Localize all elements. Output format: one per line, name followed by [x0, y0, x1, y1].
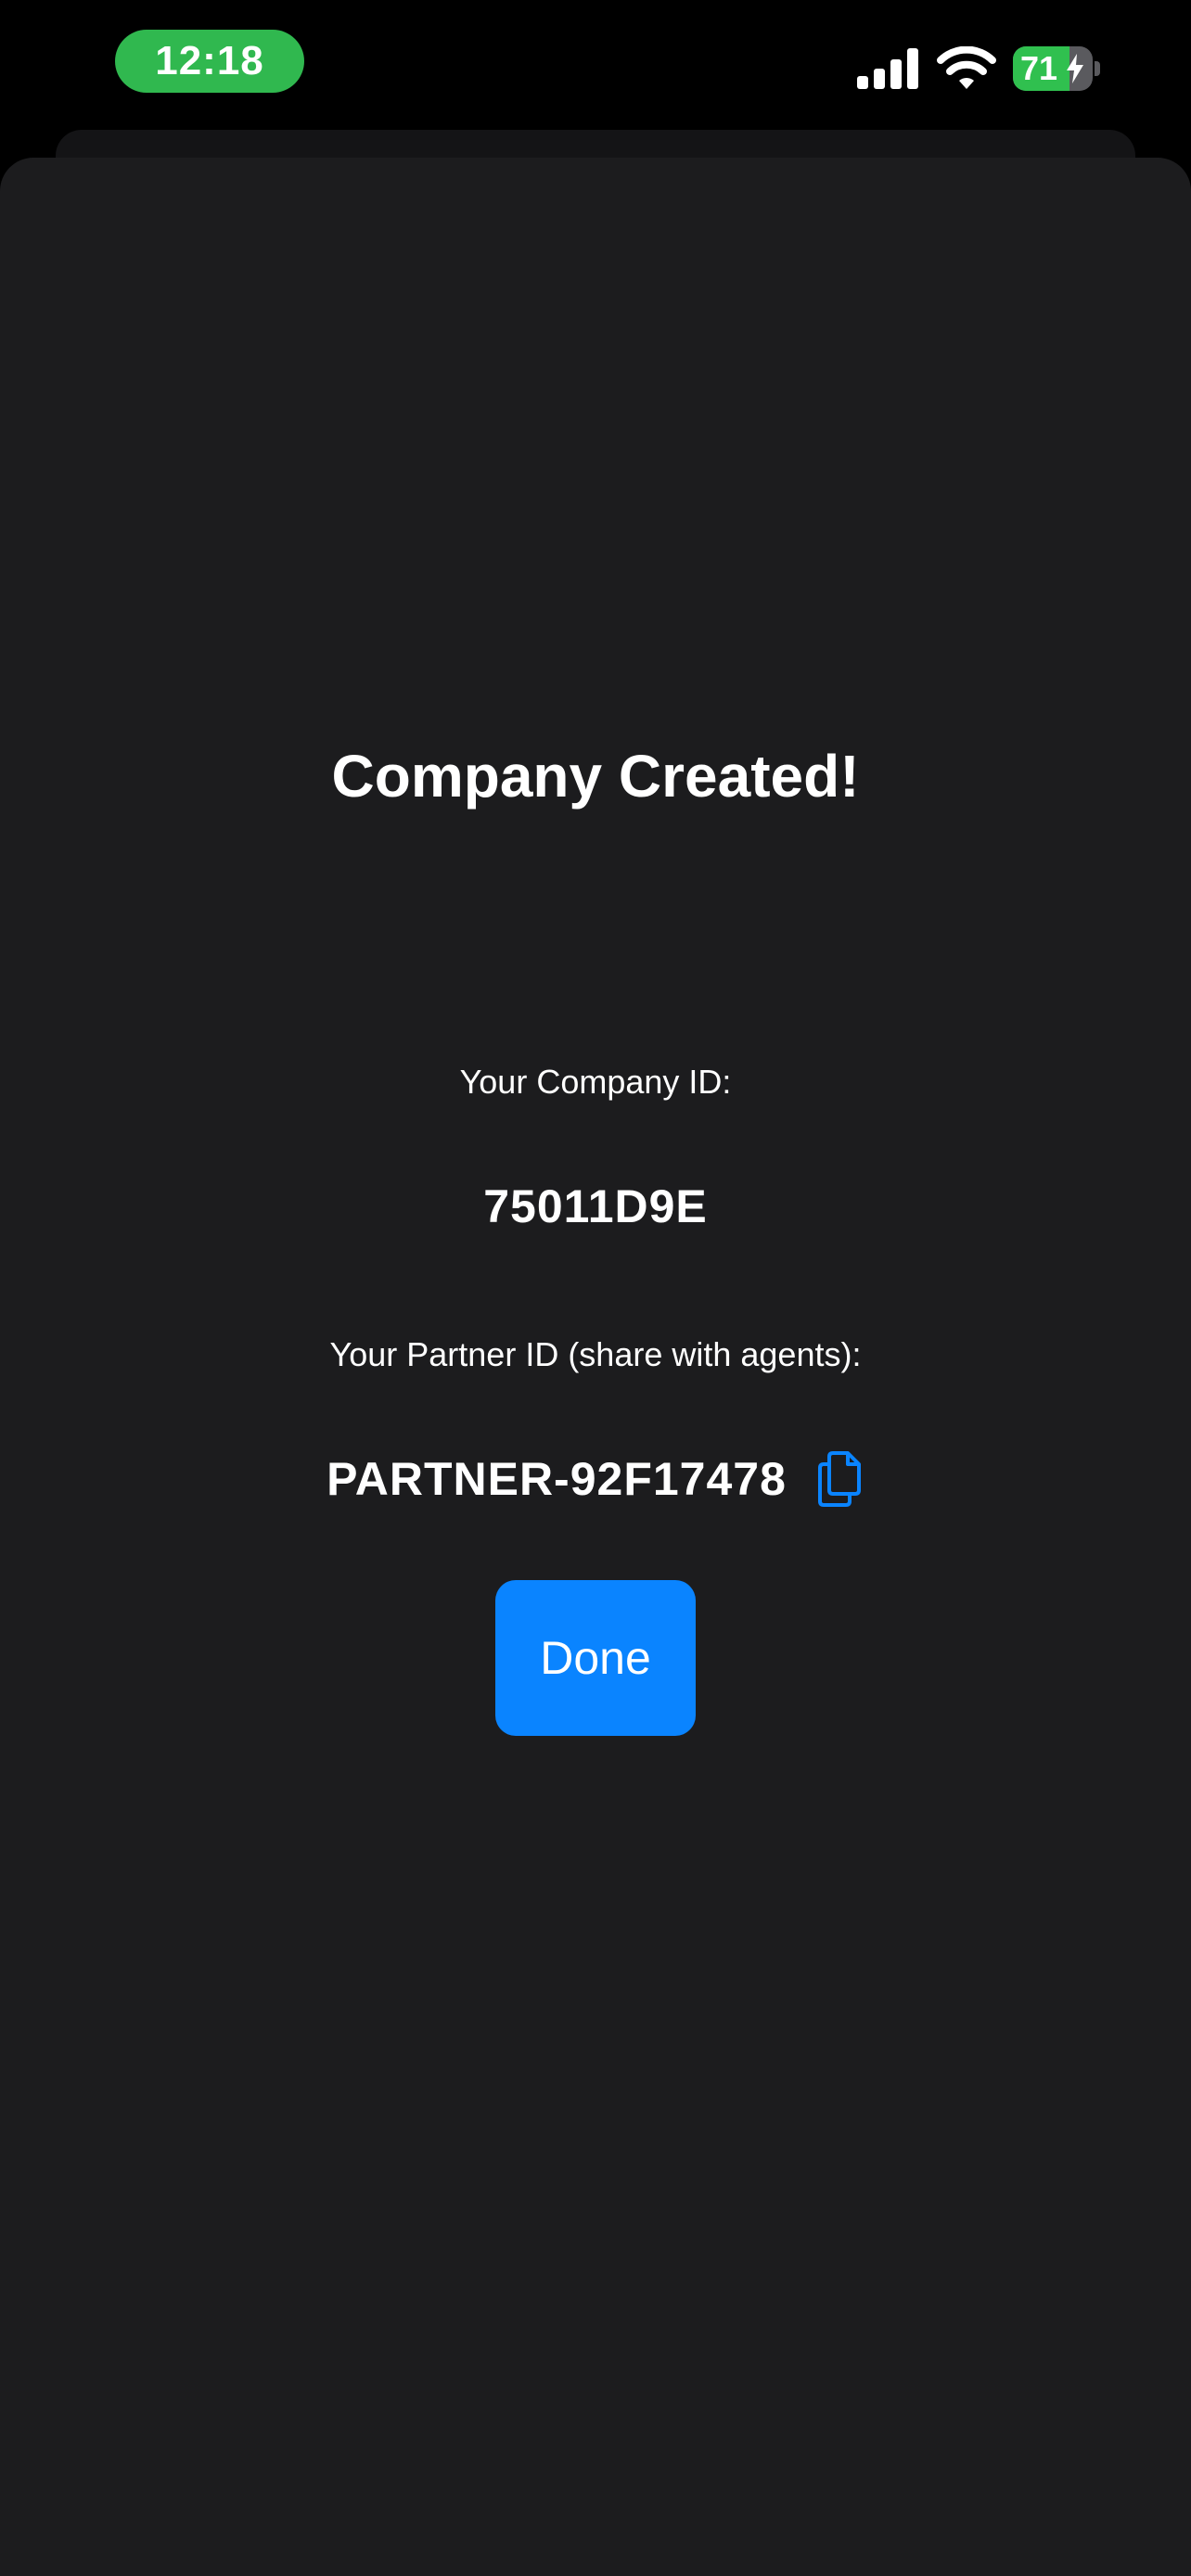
partner-id-row: PARTNER-92F17478 [0, 1447, 1191, 1511]
status-bar: 12:18 71 [0, 0, 1191, 130]
company-id-label: Your Company ID: [459, 1063, 732, 1101]
done-button[interactable]: Done [495, 1580, 696, 1736]
cellular-signal-icon [857, 48, 918, 89]
partner-id-value: PARTNER-92F17478 [327, 1453, 787, 1505]
battery-charging-icon: 71 [1013, 46, 1102, 91]
battery-nub [1095, 61, 1100, 76]
battery-body: 71 [1013, 46, 1093, 91]
partner-id-label: Your Partner ID (share with agents): [329, 1335, 862, 1373]
company-id-value: 75011D9E [483, 1180, 708, 1232]
page-title: Company Created! [331, 743, 860, 810]
status-time[interactable]: 12:18 [115, 30, 304, 93]
charging-bolt-icon [1067, 54, 1083, 83]
battery-percent: 71 [1020, 49, 1058, 87]
wifi-icon [937, 46, 996, 89]
copy-icon[interactable] [814, 1449, 864, 1509]
